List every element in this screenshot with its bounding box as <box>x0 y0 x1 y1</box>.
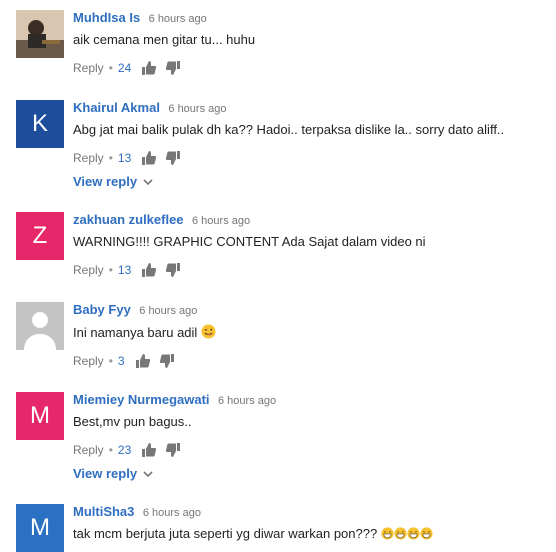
avatar[interactable]: M <box>16 392 64 440</box>
comment-body: Khairul Akmal 6 hours ago Abg jat mai ba… <box>73 100 556 189</box>
thumbs-down-icon[interactable] <box>165 262 181 278</box>
comment-item: M MultiSha3 6 hours ago tak mcm berjuta … <box>0 504 556 552</box>
comment-header: Miemiey Nurmegawati 6 hours ago <box>73 392 556 408</box>
comment-text: Abg jat mai balik pulak dh ka?? Hadoi.. … <box>73 122 505 137</box>
timestamp[interactable]: 6 hours ago <box>218 395 276 407</box>
reply-button[interactable]: Reply <box>73 263 104 277</box>
thumbs-up-icon[interactable] <box>141 150 157 166</box>
thumbs-up-icon[interactable] <box>141 60 157 76</box>
grinning-sweat-emoji-icon <box>407 527 420 540</box>
comment-header: Baby Fyy 6 hours ago <box>73 302 556 318</box>
comment-text: WARNING!!!! GRAPHIC CONTENT Ada Sajat da… <box>73 234 426 249</box>
like-count: 13 <box>117 151 132 165</box>
comment-header: Khairul Akmal 6 hours ago <box>73 100 556 116</box>
comment-item: Baby Fyy 6 hours ago Ini namanya baru ad… <box>0 302 556 382</box>
avatar[interactable] <box>16 10 64 58</box>
thumbs-up-icon[interactable] <box>135 353 151 369</box>
avatar[interactable]: Z <box>16 212 64 260</box>
comment-item: M Miemiey Nurmegawati 6 hours ago Best,m… <box>0 392 556 492</box>
grinning-sweat-emoji-icon <box>420 527 433 540</box>
timestamp[interactable]: 6 hours ago <box>192 215 250 227</box>
thumbs-down-icon[interactable] <box>165 60 181 76</box>
comment-item: K Khairul Akmal 6 hours ago Abg jat mai … <box>0 100 556 200</box>
author-name[interactable]: MultiSha3 <box>73 504 134 519</box>
comment-actions: Reply • 13 <box>73 150 556 166</box>
comment-header: MultiSha3 6 hours ago <box>73 504 556 520</box>
author-name[interactable]: MuhdIsa Is <box>73 10 140 25</box>
avatar-letter: M <box>30 514 50 541</box>
like-count: 3 <box>117 354 125 368</box>
thumbs-down-icon[interactable] <box>165 442 181 458</box>
avatar-letter: Z <box>32 222 48 249</box>
separator-dot: • <box>108 443 113 457</box>
reply-button[interactable]: Reply <box>73 354 104 368</box>
author-name[interactable]: Khairul Akmal <box>73 100 160 115</box>
grinning-sweat-emoji-icon <box>394 527 407 540</box>
author-name[interactable]: zakhuan zulkeflee <box>73 212 184 227</box>
thumbs-down-icon[interactable] <box>159 353 175 369</box>
comment-item: MuhdIsa Is 6 hours ago aik cemana men gi… <box>0 10 556 90</box>
thumbs-up-icon[interactable] <box>141 442 157 458</box>
author-name[interactable]: Miemiey Nurmegawati <box>73 392 210 407</box>
avatar[interactable]: M <box>16 504 64 552</box>
separator-dot: • <box>108 61 113 75</box>
comment-text-content: Ini namanya baru adil <box>73 325 198 340</box>
like-count: 24 <box>117 61 132 75</box>
comment-body: zakhuan zulkeflee 6 hours ago WARNING!!!… <box>73 212 556 278</box>
comment-item: Z zakhuan zulkeflee 6 hours ago WARNING!… <box>0 212 556 292</box>
author-name[interactable]: Baby Fyy <box>73 302 131 317</box>
comment-actions: Reply • 13 <box>73 262 556 278</box>
reply-button[interactable]: Reply <box>73 61 104 75</box>
thumbs-down-icon[interactable] <box>165 150 181 166</box>
emoji-group <box>381 526 433 541</box>
winking-tongue-emoji-icon <box>201 324 216 339</box>
timestamp[interactable]: 6 hours ago <box>139 305 197 317</box>
comment-text: aik cemana men gitar tu... huhu <box>73 32 256 47</box>
comment-body: Miemiey Nurmegawati 6 hours ago Best,mv … <box>73 392 556 481</box>
separator-dot: • <box>108 263 113 277</box>
separator-dot: • <box>108 354 113 368</box>
reply-button[interactable]: Reply <box>73 151 104 165</box>
view-reply-label: View reply <box>73 174 138 189</box>
comment-body: Baby Fyy 6 hours ago Ini namanya baru ad… <box>73 302 556 369</box>
timestamp[interactable]: 6 hours ago <box>168 103 226 115</box>
comment-text-content: tak mcm berjuta juta seperti yg diwar wa… <box>73 526 378 541</box>
comment-text: Best,mv pun bagus.. <box>73 414 192 429</box>
avatar[interactable]: K <box>16 100 64 148</box>
like-count: 13 <box>117 263 132 277</box>
user-photo-icon <box>16 10 64 58</box>
default-avatar-icon <box>16 302 64 350</box>
comment-actions: Reply • 24 <box>73 60 556 76</box>
reply-button[interactable]: Reply <box>73 443 104 457</box>
like-count: 23 <box>117 443 132 457</box>
view-reply-label: View reply <box>73 466 138 481</box>
comment-text: Ini namanya baru adil <box>73 324 556 341</box>
comment-text: tak mcm berjuta juta seperti yg diwar wa… <box>73 526 556 542</box>
avatar-letter: K <box>31 110 48 137</box>
view-reply-button[interactable]: View reply <box>73 466 163 481</box>
chevron-down-icon <box>143 178 153 185</box>
comment-header: zakhuan zulkeflee 6 hours ago <box>73 212 556 228</box>
thumbs-up-icon[interactable] <box>141 262 157 278</box>
timestamp[interactable]: 6 hours ago <box>143 507 201 519</box>
comment-body: MultiSha3 6 hours ago tak mcm berjuta ju… <box>73 504 556 542</box>
avatar[interactable] <box>16 302 64 350</box>
view-reply-button[interactable]: View reply <box>73 174 163 189</box>
comment-actions: Reply • 23 <box>73 442 556 458</box>
comment-body: MuhdIsa Is 6 hours ago aik cemana men gi… <box>73 10 556 76</box>
timestamp[interactable]: 6 hours ago <box>149 13 207 25</box>
comment-actions: Reply • 3 <box>73 353 556 369</box>
comment-header: MuhdIsa Is 6 hours ago <box>73 10 556 26</box>
avatar-letter: M <box>30 402 50 429</box>
separator-dot: • <box>108 151 113 165</box>
chevron-down-icon <box>143 470 153 477</box>
grinning-sweat-emoji-icon <box>381 527 394 540</box>
